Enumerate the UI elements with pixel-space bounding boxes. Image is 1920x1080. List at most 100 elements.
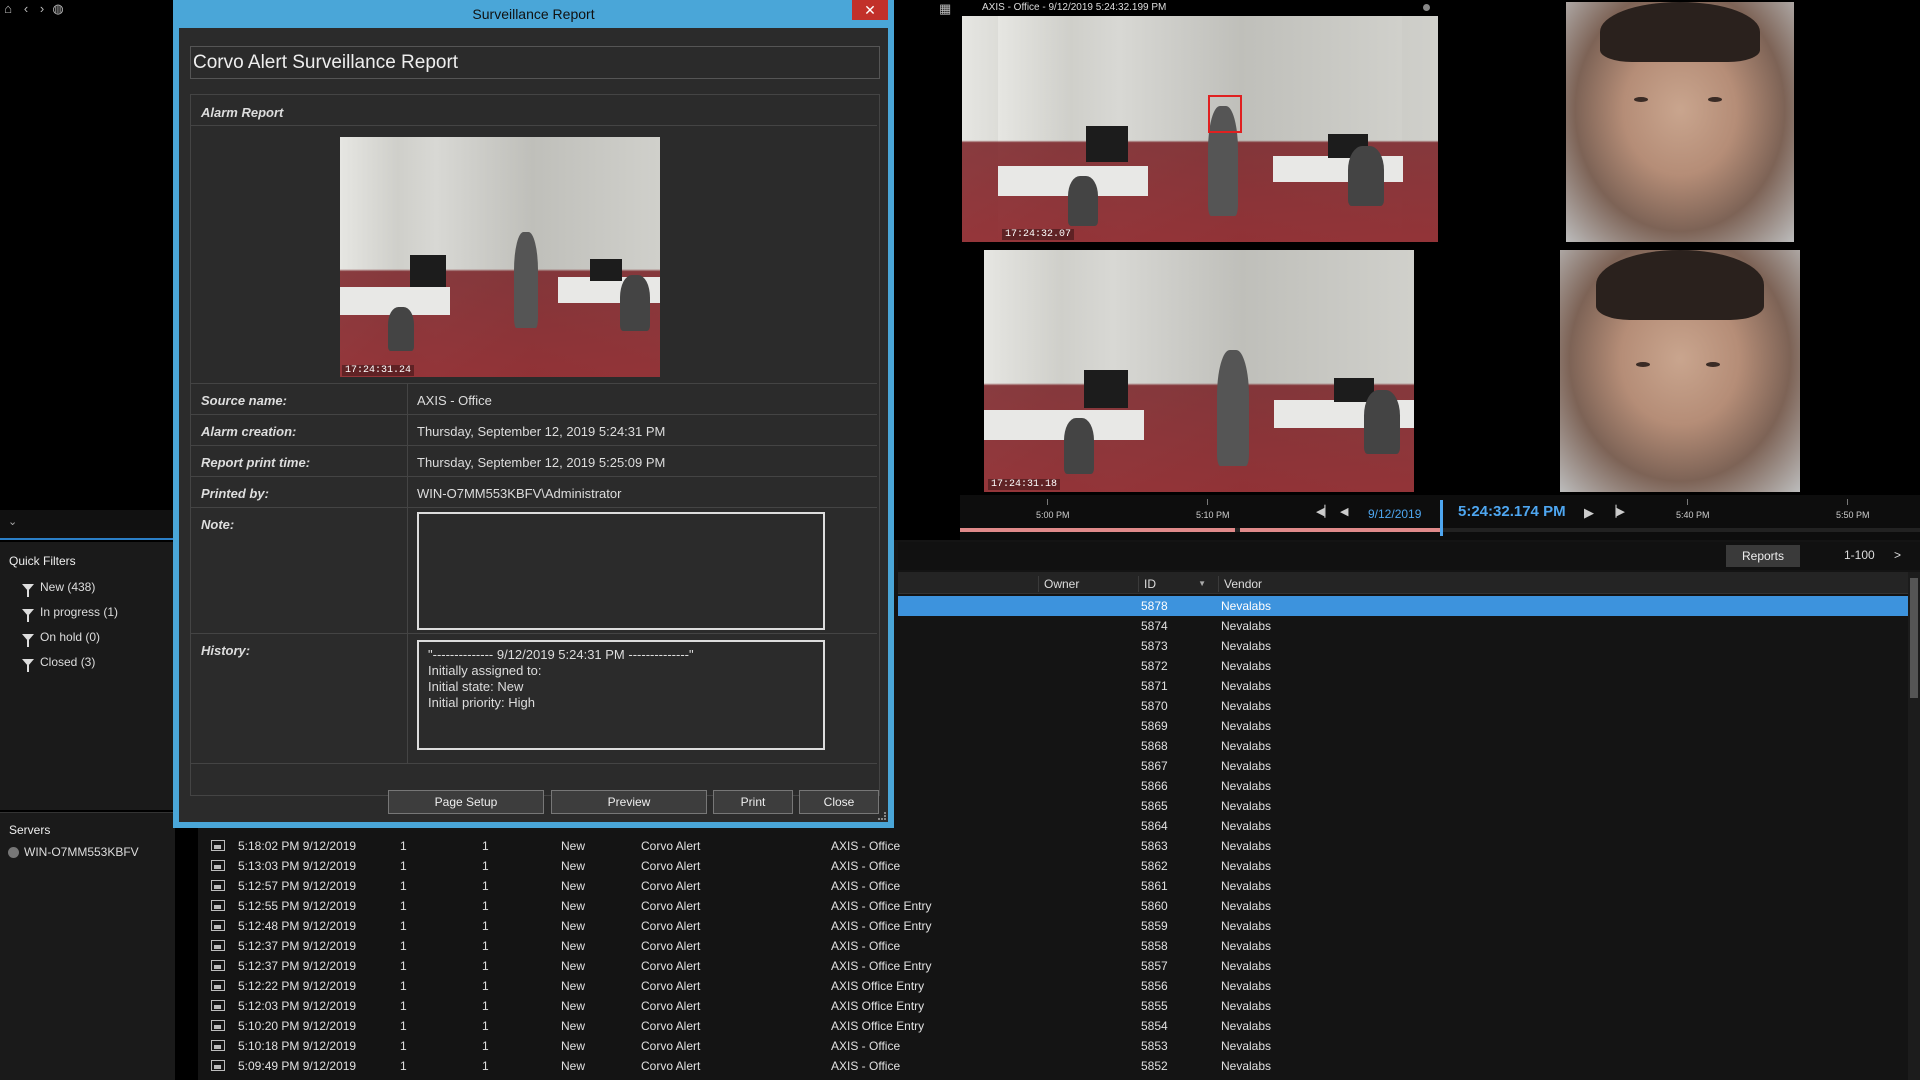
tick-label: 5:40 PM — [1676, 510, 1710, 520]
cell-vendor: Nevalabs — [1221, 819, 1272, 833]
table-row[interactable]: 5:12:55 PM 9/12/2019 1 1 New Corvo Alert AXIS… — [0, 896, 1910, 916]
play-icon[interactable]: ▶ — [1584, 505, 1594, 521]
alarm-image-icon — [211, 980, 225, 991]
filter-label: New (438) — [40, 580, 96, 594]
table-row[interactable]: 5:18:02 PM 9/12/2019 1 1 New Corvo Alert AXIS… — [0, 836, 1910, 856]
alarm-image-icon — [211, 900, 225, 911]
cell-id: 5866 — [1141, 779, 1168, 793]
timeline-cursor[interactable] — [1440, 500, 1443, 536]
camera-view-1[interactable]: 17:24:32.07 — [962, 16, 1438, 242]
cell-state: New — [561, 979, 586, 993]
cell-count: 1 — [482, 1059, 489, 1073]
table-row[interactable]: 5:10:18 PM 9/12/2019 1 1 New Corvo Alert AXIS… — [0, 1036, 1910, 1056]
dialog-titlebar[interactable]: Surveillance Report ✕ — [173, 0, 894, 28]
cell-id: 5855 — [1141, 999, 1168, 1013]
cell-source: AXIS - Office — [831, 939, 901, 953]
globe-icon[interactable]: ◍ — [50, 0, 66, 18]
cell-type: Corvo Alert — [641, 1039, 701, 1053]
cell-id: 5859 — [1141, 919, 1168, 933]
dialog-title: Surveillance Report — [472, 6, 595, 22]
cell-count: 1 — [482, 999, 489, 1013]
resize-grip-icon[interactable] — [878, 812, 886, 820]
table-row[interactable]: 5:13:03 PM 9/12/2019 1 1 New Corvo Alert AXIS… — [0, 856, 1910, 876]
next-sequence-icon[interactable]: ▕▶ — [1608, 505, 1625, 518]
table-row[interactable]: 5:12:37 PM 9/12/2019 1 1 New Corvo Alert AXIS… — [0, 956, 1910, 976]
note-input[interactable] — [417, 512, 825, 630]
cell-time: 5:09:49 PM 9/12/2019 — [238, 1059, 357, 1073]
cell-type: Corvo Alert — [641, 999, 701, 1013]
face-crop-1[interactable] — [1566, 2, 1794, 242]
cell-count: 1 — [482, 1019, 489, 1033]
cell-vendor: Nevalabs — [1221, 719, 1272, 733]
cell-priority: 1 — [400, 939, 407, 953]
cell-type: Corvo Alert — [641, 1059, 701, 1073]
preview-button[interactable]: Preview — [551, 790, 707, 814]
close-button[interactable]: Close — [799, 790, 879, 814]
column-id[interactable]: ID ▼ — [1138, 576, 1208, 592]
camera-view-2[interactable]: 17:24:31.18 — [984, 250, 1414, 492]
cell-id: 5853 — [1141, 1039, 1168, 1053]
column-id-label: ID — [1144, 577, 1156, 591]
chevron-down-icon[interactable]: ⌄ — [8, 515, 17, 528]
cell-id: 5865 — [1141, 799, 1168, 813]
cell-vendor: Nevalabs — [1221, 879, 1272, 893]
grid-layout-icon[interactable]: ▦ — [939, 1, 953, 16]
cell-count: 1 — [482, 919, 489, 933]
home-icon[interactable]: ⌂ — [0, 0, 16, 18]
table-row[interactable]: 5:12:37 PM 9/12/2019 1 1 New Corvo Alert AXIS… — [0, 936, 1910, 956]
panel-collapse-bar[interactable]: ⌄ — [0, 510, 175, 540]
table-row[interactable]: 5:12:03 PM 9/12/2019 1 1 New Corvo Alert AXIS… — [0, 996, 1910, 1016]
cell-id: 5856 — [1141, 979, 1168, 993]
cell-state: New — [561, 1039, 586, 1053]
cell-priority: 1 — [400, 1039, 407, 1053]
chevron-right-icon[interactable]: › — [34, 0, 50, 18]
previous-sequence-icon[interactable]: ◀▏ — [1316, 505, 1333, 518]
cell-source: AXIS - Office Entry — [831, 959, 932, 973]
table-row[interactable]: 5:12:48 PM 9/12/2019 1 1 New Corvo Alert AXIS… — [0, 916, 1910, 936]
cell-count: 1 — [482, 839, 489, 853]
next-page-button[interactable]: > — [1894, 548, 1901, 562]
cell-vendor: Nevalabs — [1221, 619, 1272, 633]
cell-priority: 1 — [400, 1019, 407, 1033]
print-button[interactable]: Print — [713, 790, 793, 814]
column-vendor[interactable]: Vendor — [1218, 576, 1262, 592]
cell-state: New — [561, 999, 586, 1013]
timeline-date[interactable]: 9/12/2019 — [1368, 507, 1421, 521]
cell-vendor: Nevalabs — [1221, 919, 1272, 933]
timeline-segment — [960, 528, 1235, 532]
table-row[interactable]: 5878 Nevalabs — [898, 596, 1908, 616]
scrollbar-thumb[interactable] — [1910, 578, 1918, 698]
timeline-time[interactable]: 5:24:32.174 PM — [1458, 503, 1566, 520]
status-dot-icon — [1423, 4, 1430, 11]
column-owner[interactable]: Owner — [1038, 576, 1079, 592]
cell-id: 5869 — [1141, 719, 1168, 733]
cell-id: 5852 — [1141, 1059, 1168, 1073]
page-setup-button[interactable]: Page Setup — [388, 790, 544, 814]
history-box[interactable]: "-------------- 9/12/2019 5:24:31 PM ---… — [417, 640, 825, 750]
cell-type: Corvo Alert — [641, 839, 701, 853]
source-name-value: AXIS - Office — [417, 393, 492, 408]
cell-time: 5:12:22 PM 9/12/2019 — [238, 979, 357, 993]
table-row[interactable]: 5:10:20 PM 9/12/2019 1 1 New Corvo Alert AXIS… — [0, 1016, 1910, 1036]
chevron-left-icon[interactable]: ‹ — [18, 0, 34, 18]
alarm-image-icon — [211, 920, 225, 931]
reports-button[interactable]: Reports — [1726, 545, 1800, 567]
face-crop-2[interactable] — [1560, 250, 1800, 492]
cell-id: 5863 — [1141, 839, 1168, 853]
cell-vendor: Nevalabs — [1221, 1059, 1272, 1073]
cell-vendor: Nevalabs — [1221, 759, 1272, 773]
cell-count: 1 — [482, 879, 489, 893]
printed-by-row: Printed by: WIN-O7MM553KBFV\Administrato… — [191, 476, 877, 508]
table-row[interactable]: 5:09:49 PM 9/12/2019 1 1 New Corvo Alert AXIS… — [0, 1056, 1910, 1076]
table-row[interactable]: 5:12:57 PM 9/12/2019 1 1 New Corvo Alert AXIS… — [0, 876, 1910, 896]
cell-vendor: Nevalabs — [1221, 839, 1272, 853]
cell-priority: 1 — [400, 839, 407, 853]
step-back-icon[interactable]: ◀ — [1340, 505, 1348, 518]
timeline[interactable]: 5:00 PM 5:10 PM 5:40 PM 5:50 PM ◀▏ ◀ 9/1… — [960, 495, 1920, 540]
cell-vendor: Nevalabs — [1221, 979, 1272, 993]
cell-vendor: Nevalabs — [1221, 739, 1272, 753]
close-icon[interactable]: ✕ — [852, 0, 888, 20]
dialog-body: Corvo Alert Surveillance Report Alarm Re… — [179, 28, 888, 822]
table-row[interactable]: 5:12:22 PM 9/12/2019 1 1 New Corvo Alert AXIS… — [0, 976, 1910, 996]
filter-new[interactable]: New (438) — [22, 578, 96, 597]
